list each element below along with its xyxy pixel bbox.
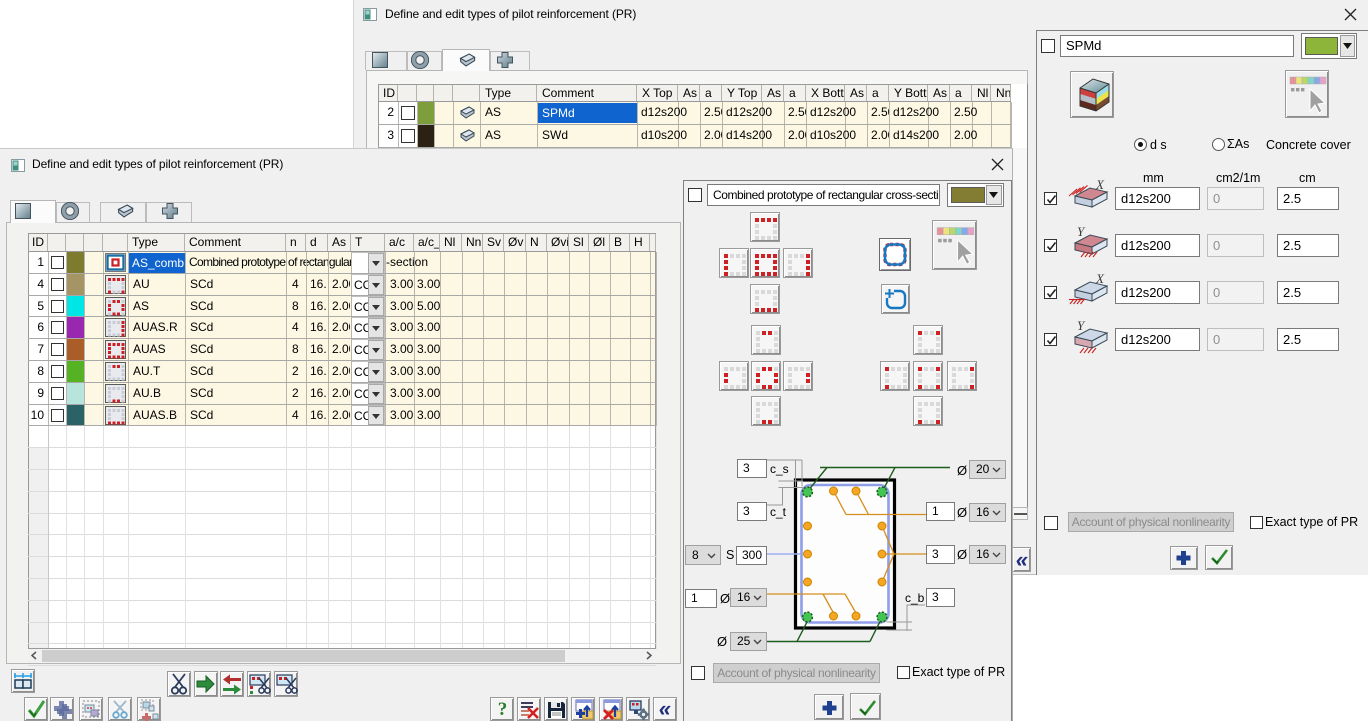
svg-text:Y: Y [1077,226,1086,239]
svg-text:X: X [1095,273,1105,286]
svg-text:X: X [1095,179,1105,192]
svg-text:Y: Y [1077,320,1086,333]
